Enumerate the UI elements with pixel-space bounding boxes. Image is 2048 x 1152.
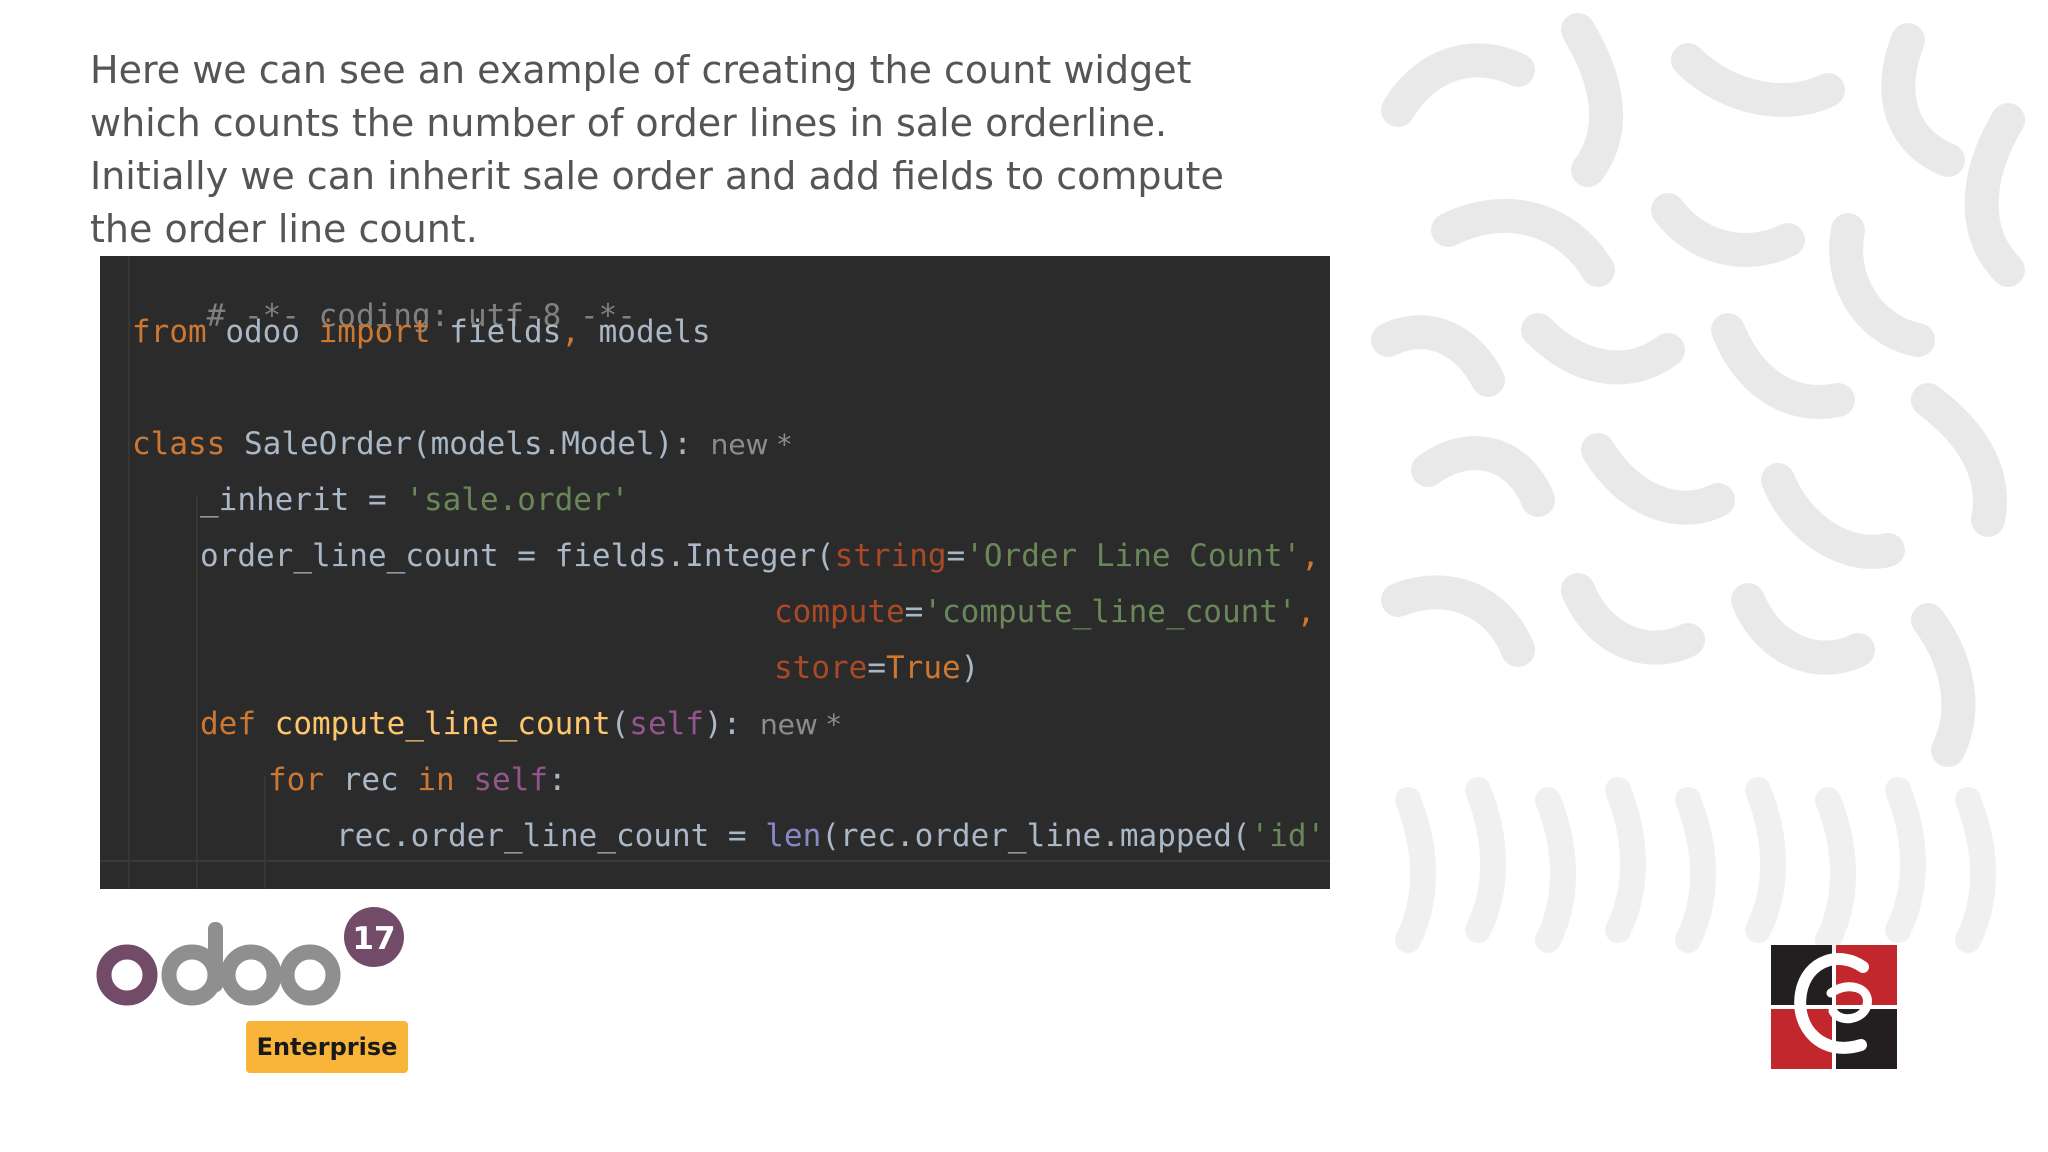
inherit-value: 'sale.order' — [405, 482, 630, 518]
import-fields: fields — [430, 314, 562, 350]
indent-guide — [264, 776, 266, 889]
assign-lhs: rec.order_line_count = — [336, 818, 766, 854]
keyword-class: class — [132, 426, 226, 462]
code-line-9: def compute_line_count(self): new * — [200, 704, 841, 745]
string-value: 'Order Line Count' — [965, 538, 1302, 574]
code-line-7: compute='compute_line_count', — [774, 592, 1315, 632]
keyword-true: True — [886, 650, 961, 686]
loop-variable: rec — [324, 762, 418, 798]
code-line-2: from odoo import fields, models — [132, 312, 711, 352]
colon: : — [547, 762, 567, 798]
decorative-pattern — [1371, 13, 2025, 953]
code-line-5: _inherit = 'sale.order' — [200, 480, 629, 520]
code-line-11: rec.order_line_count = len(rec.order_lin… — [336, 816, 1330, 856]
function-close: ): — [703, 706, 742, 742]
comma: , — [1301, 538, 1320, 574]
indent-guide — [196, 496, 198, 889]
code-snippet: # -*- coding: utf-8 -*- from odoo import… — [100, 256, 1330, 889]
intro-paragraph: Here we can see an example of creating t… — [90, 48, 1224, 251]
keyword-import: import — [318, 314, 431, 350]
keyword-self: self — [473, 762, 548, 798]
keyword-self: self — [629, 706, 704, 742]
version-number: 17 — [352, 921, 395, 957]
mapped-call: (rec.order_line.mapped( — [821, 818, 1251, 854]
keyword-from: from — [132, 314, 207, 350]
class-declaration: SaleOrder(models.Model): — [225, 426, 692, 462]
function-name: compute_line_count — [256, 706, 611, 742]
equals: = — [867, 650, 886, 686]
inherit-lhs: _inherit = — [200, 482, 406, 518]
indent-guide — [128, 256, 130, 889]
equals: = — [904, 594, 924, 630]
compute-value: 'compute_line_count' — [923, 594, 1297, 630]
keyword-for: for — [268, 762, 324, 798]
param-string: string — [834, 538, 947, 574]
new-hint: new * — [710, 428, 792, 461]
comma: , — [1296, 594, 1316, 630]
id-value: 'id' — [1250, 818, 1326, 854]
close-paren: ) — [960, 650, 980, 686]
code-line-10: for rec in self: — [268, 760, 567, 800]
new-hint: new * — [759, 708, 841, 741]
keyword-def: def — [200, 706, 256, 742]
comma: , — [561, 314, 580, 350]
open-paren: ( — [610, 706, 630, 742]
close-parens: )) — [1325, 818, 1330, 854]
field-lhs: order_line_count = fields.Integer( — [200, 538, 835, 574]
code-line-4: class SaleOrder(models.Model): new * — [132, 424, 791, 465]
param-store: store — [774, 650, 868, 686]
import-models: models — [579, 314, 711, 350]
builtin-len: len — [765, 818, 822, 854]
code-line-8: store=True) — [774, 648, 979, 688]
keyword-in: in — [417, 762, 455, 798]
company-logo — [1771, 945, 1897, 1069]
enterprise-badge: Enterprise — [246, 1021, 408, 1073]
code-line-6: order_line_count = fields.Integer(string… — [200, 536, 1320, 576]
module-name: odoo — [206, 314, 319, 350]
equals: = — [946, 538, 966, 574]
param-compute: compute — [774, 594, 905, 630]
